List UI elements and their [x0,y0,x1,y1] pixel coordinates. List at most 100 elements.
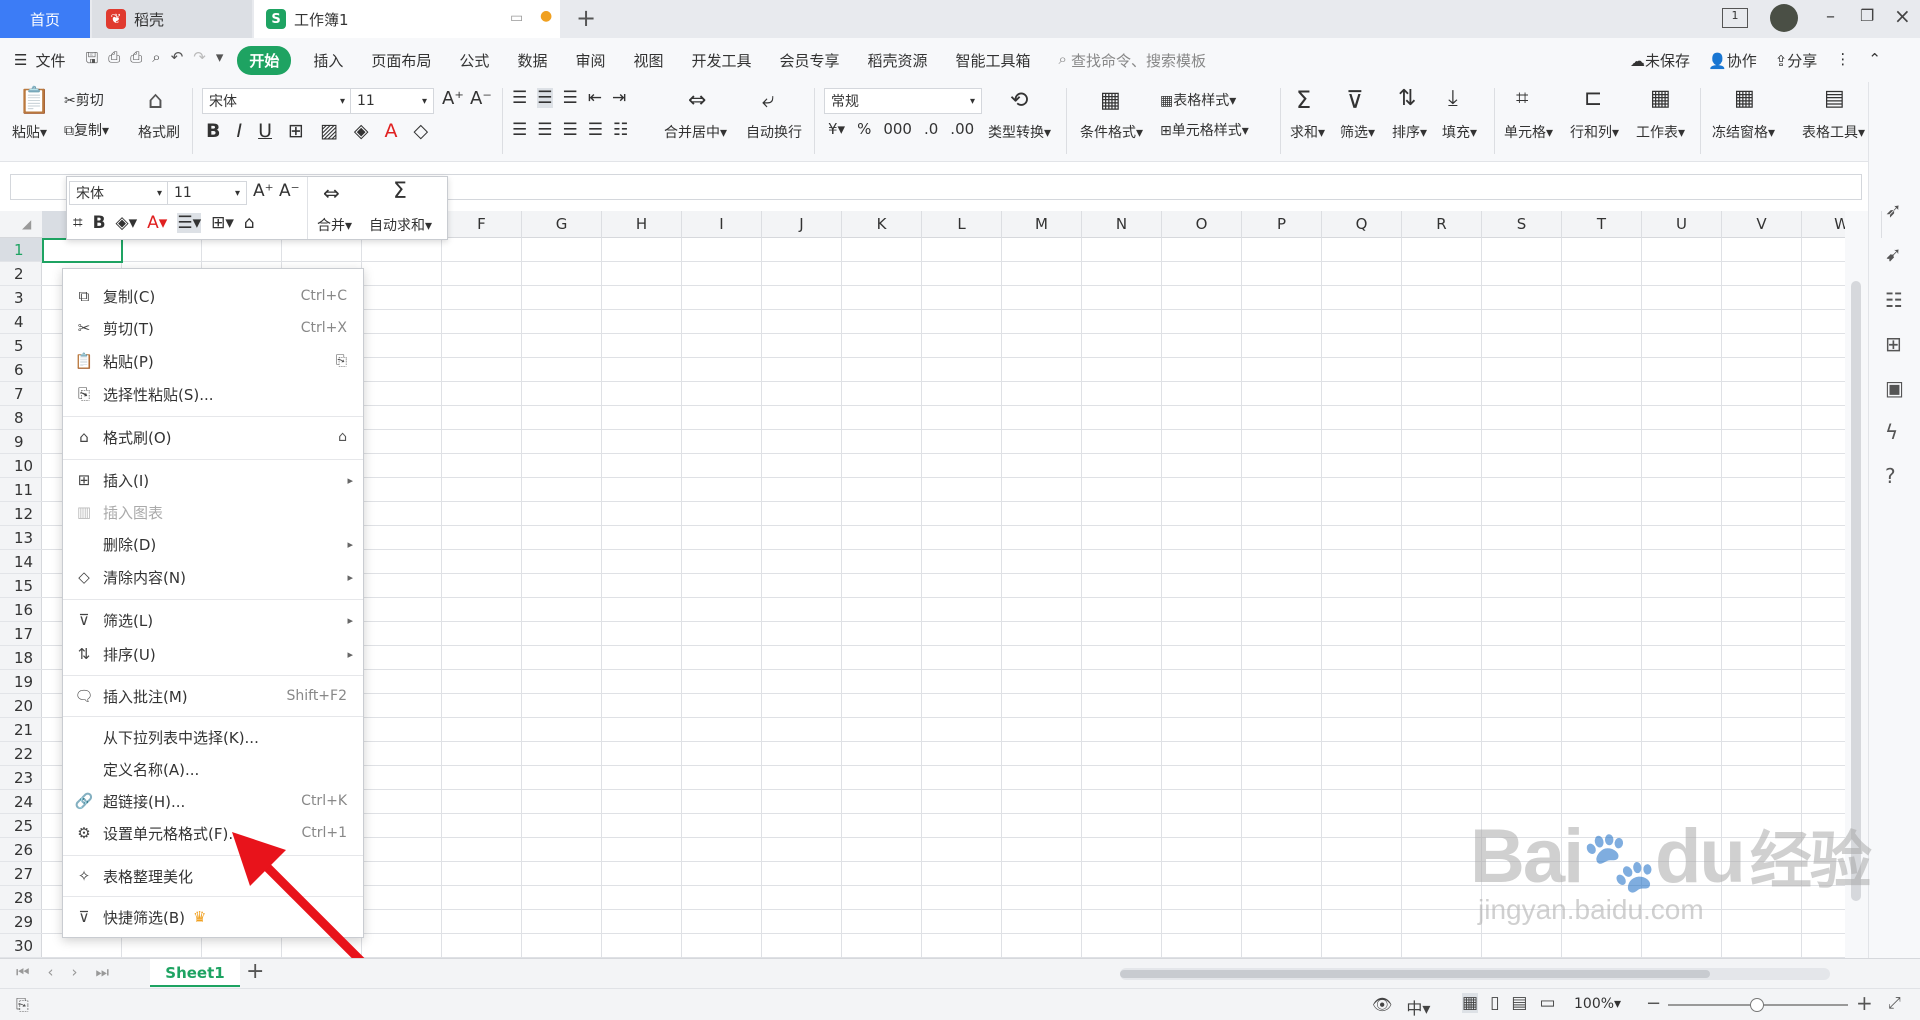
column-header[interactable]: I [682,211,762,238]
ctx-delete[interactable]: 删除(D) ▸ [63,529,363,559]
format-painter-button[interactable]: 格式刷 [138,122,180,142]
font-color-icon[interactable]: A [385,120,398,142]
horizontal-scroll-thumb[interactable] [1120,970,1710,978]
column-header[interactable]: M [1002,211,1082,238]
mini-font-grow-icon[interactable]: A⁺ [253,181,274,201]
ctx-filter[interactable]: ⊽ 筛选(L) ▸ [63,605,363,635]
print-preview-icon[interactable]: ⌕ [152,48,160,73]
fill-color-icon[interactable]: ◈ [354,120,369,142]
command-search[interactable]: ⌕ 查找命令、搜索模板 [1045,50,1220,71]
decimal-decrease-icon[interactable]: .00 [950,120,974,138]
font-size-select[interactable]: 11 ▾ [350,88,434,114]
column-header[interactable]: V [1722,211,1802,238]
mini-font-color-icon[interactable]: A▾ [147,213,167,233]
cut-button[interactable]: ✂剪切 [64,90,104,110]
align-right-icon[interactable]: ☰ [563,120,578,140]
merge-center-icon[interactable]: ⇔ [688,88,706,113]
row-header[interactable]: 11 [0,478,42,502]
menu-tab-page-layout[interactable]: 页面布局 [357,50,445,71]
monitor-icon[interactable]: ▭ [510,10,523,26]
properties-icon[interactable]: ☷ [1885,288,1903,312]
close-icon[interactable]: × [1894,4,1911,28]
column-header[interactable]: P [1242,211,1322,238]
undo-icon[interactable]: ↶ [171,48,184,73]
currency-icon[interactable]: ¥▾ [828,120,845,138]
row-col-button[interactable]: 行和列▾ [1570,122,1619,142]
tab-workbook[interactable]: S 工作簿1 ▭ ● [254,0,560,38]
type-convert-button[interactable]: 类型转换▾ [988,122,1051,142]
row-header[interactable]: 13 [0,526,42,550]
zoom-in-icon[interactable]: + [1856,991,1873,1015]
align-bottom-icon[interactable]: ☰ [563,88,578,108]
row-header[interactable]: 26 [0,838,42,862]
column-header[interactable]: K [842,211,922,238]
minimize-icon[interactable]: – [1826,6,1835,27]
ctx-copy[interactable]: ⧉ 复制(C) Ctrl+C [63,281,363,311]
more-quick-icon[interactable]: ▾ [216,48,224,73]
new-tab-button[interactable]: + [576,4,596,32]
row-header[interactable]: 2 [0,262,42,286]
mini-align-icon[interactable]: ☰▾ [177,213,202,233]
last-sheet-icon[interactable]: ⏭ [96,963,110,981]
page-break-icon[interactable]: ▤ [1511,993,1527,1013]
row-header[interactable]: 17 [0,622,42,646]
percent-icon[interactable]: % [857,120,871,138]
ctx-define-name[interactable]: 定义名称(A)... [63,754,363,784]
zoom-out-icon[interactable]: − [1646,993,1661,1014]
row-header[interactable]: 23 [0,766,42,790]
row-header[interactable]: 16 [0,598,42,622]
format-painter-icon[interactable]: ⌂ [148,86,163,114]
mini-bold-icon[interactable]: B [93,213,106,233]
ctx-cut[interactable]: ✂ 剪切(T) Ctrl+X [63,313,363,343]
add-sheet-button[interactable]: + [246,959,264,984]
row-header[interactable]: 27 [0,862,42,886]
column-header[interactable]: U [1642,211,1722,238]
fill-style-icon[interactable]: ▨ [320,120,338,142]
column-header[interactable]: J [762,211,842,238]
cell-button[interactable]: 单元格▾ [1504,122,1553,142]
bold-icon[interactable]: B [206,120,220,142]
collab-button[interactable]: 👤协作 [1708,50,1757,71]
row-header[interactable]: 5 [0,334,42,358]
active-cell[interactable] [42,238,123,263]
table-style-button[interactable]: ▦表格样式▾ [1160,90,1236,110]
row-header[interactable]: 10 [0,454,42,478]
menu-tab-developer[interactable]: 开发工具 [677,50,765,71]
cell-style-button[interactable]: ⊞单元格样式▾ [1160,120,1249,140]
worksheet-button[interactable]: 工作表▾ [1636,122,1685,142]
menu-tab-formula[interactable]: 公式 [445,50,503,71]
table-tools-icon[interactable]: ▤ [1824,86,1845,111]
align-center-icon[interactable]: ☰ [537,120,552,140]
menu-tab-start[interactable]: 开始 [237,45,292,75]
sort-button[interactable]: 排序▾ [1392,122,1427,142]
align-top-icon[interactable]: ☰ [512,88,527,108]
zoom-slider-thumb[interactable] [1750,998,1764,1012]
column-header[interactable]: N [1082,211,1162,238]
macro-record-icon[interactable]: ⎘ [16,995,29,1015]
fill-button[interactable]: 填充▾ [1442,122,1477,142]
mini-border-icon[interactable]: ⊞▾ [211,213,234,233]
column-header[interactable]: Q [1322,211,1402,238]
fill-icon[interactable]: ⤓ [1448,86,1458,111]
share-button[interactable]: ⇪分享 [1775,50,1818,71]
lightning-icon[interactable]: ϟ [1885,420,1898,444]
filter-icon[interactable]: ⊽ [1346,86,1364,114]
distributed-icon[interactable]: ☷ [613,120,628,140]
page-layout-icon[interactable]: ▯ [1490,993,1499,1013]
export-pdf-icon[interactable]: ⎙ [108,48,120,73]
ctx-paste-special[interactable]: ⎘ 选择性粘贴(S)... [63,379,363,409]
wrap-text-button[interactable]: 自动换行 [746,122,802,142]
row-header[interactable]: 12 [0,502,42,526]
ctx-clear[interactable]: ◇ 清除内容(N) ▸ [63,562,363,592]
column-header[interactable]: W [1802,211,1882,238]
ctx-insert[interactable]: ⊞ 插入(I) ▸ [63,465,363,495]
row-header[interactable]: 20 [0,694,42,718]
format-painter-lock-icon[interactable]: ⌂ [338,429,347,445]
ctx-insert-comment[interactable]: 🗨 插入批注(M) Shift+F2 [63,681,363,711]
rocket-icon[interactable]: ➶ [1885,198,1902,222]
ctx-paste[interactable]: 📋 粘贴(P) ⎘ [63,346,363,376]
column-header[interactable]: F [442,211,522,238]
restore-icon[interactable]: ❐ [1860,6,1874,25]
indent-decrease-icon[interactable]: ⇤ [588,88,602,108]
paste-icon[interactable]: 📋 [18,86,50,116]
